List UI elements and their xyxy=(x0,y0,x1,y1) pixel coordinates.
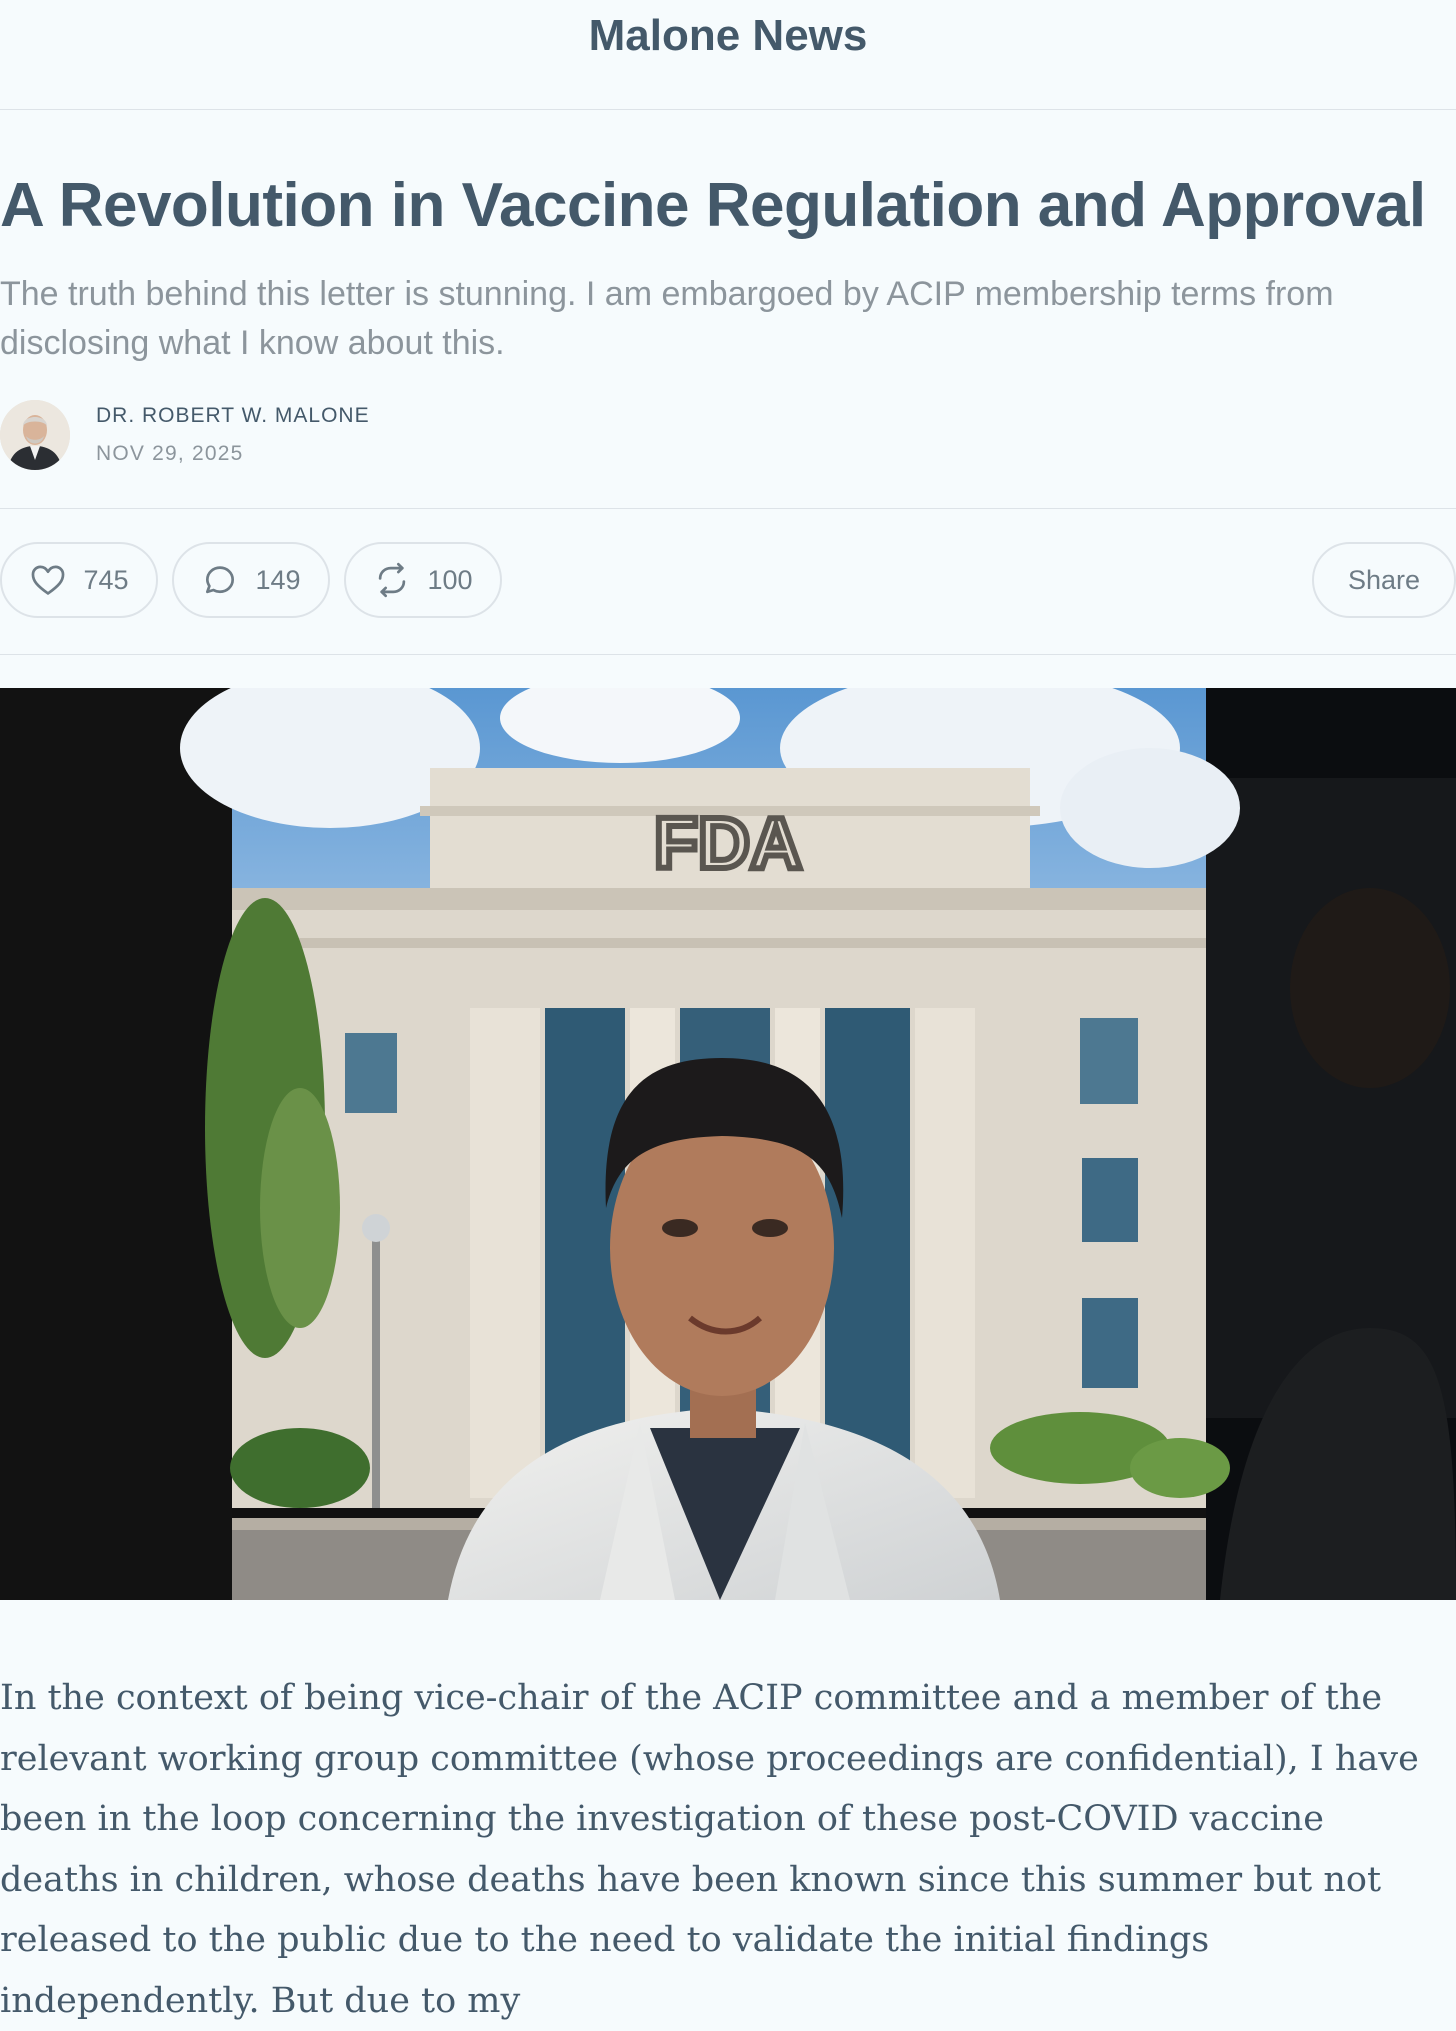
post-subtitle: The truth behind this letter is stunning… xyxy=(0,275,1334,362)
restack-icon xyxy=(379,562,406,598)
heart-icon xyxy=(32,565,65,595)
comment-icon xyxy=(206,566,235,594)
top-bar: Malone News xyxy=(0,0,1456,110)
restack-count: 100 xyxy=(427,564,473,595)
author-avatar[interactable] xyxy=(0,400,70,470)
article-body: In the context of being vice-chair of th… xyxy=(0,1678,1419,2021)
share-label: Share xyxy=(1347,564,1421,595)
divider xyxy=(0,508,1456,509)
post-title: A Revolution in Vaccine Regulation and A… xyxy=(0,171,1426,240)
like-count: 745 xyxy=(83,564,129,595)
publication-name[interactable]: Malone News xyxy=(589,11,868,61)
fda-sign: FDA xyxy=(654,804,802,884)
comment-count: 149 xyxy=(255,564,301,595)
byline: DR. ROBERT W. MALONE NOV 29, 2025 xyxy=(0,400,370,470)
post-date: NOV 29, 2025 xyxy=(96,442,244,465)
hero-image[interactable]: FDA xyxy=(0,688,1456,1600)
post-actions: 745 149 100 Share xyxy=(0,542,1456,622)
share-button[interactable]: Share xyxy=(1312,542,1456,618)
author-name[interactable]: DR. ROBERT W. MALONE xyxy=(96,404,370,428)
divider xyxy=(0,654,1456,655)
comment-button[interactable]: 149 xyxy=(172,542,330,618)
like-button[interactable]: 745 xyxy=(0,542,158,618)
restack-button[interactable]: 100 xyxy=(344,542,502,618)
